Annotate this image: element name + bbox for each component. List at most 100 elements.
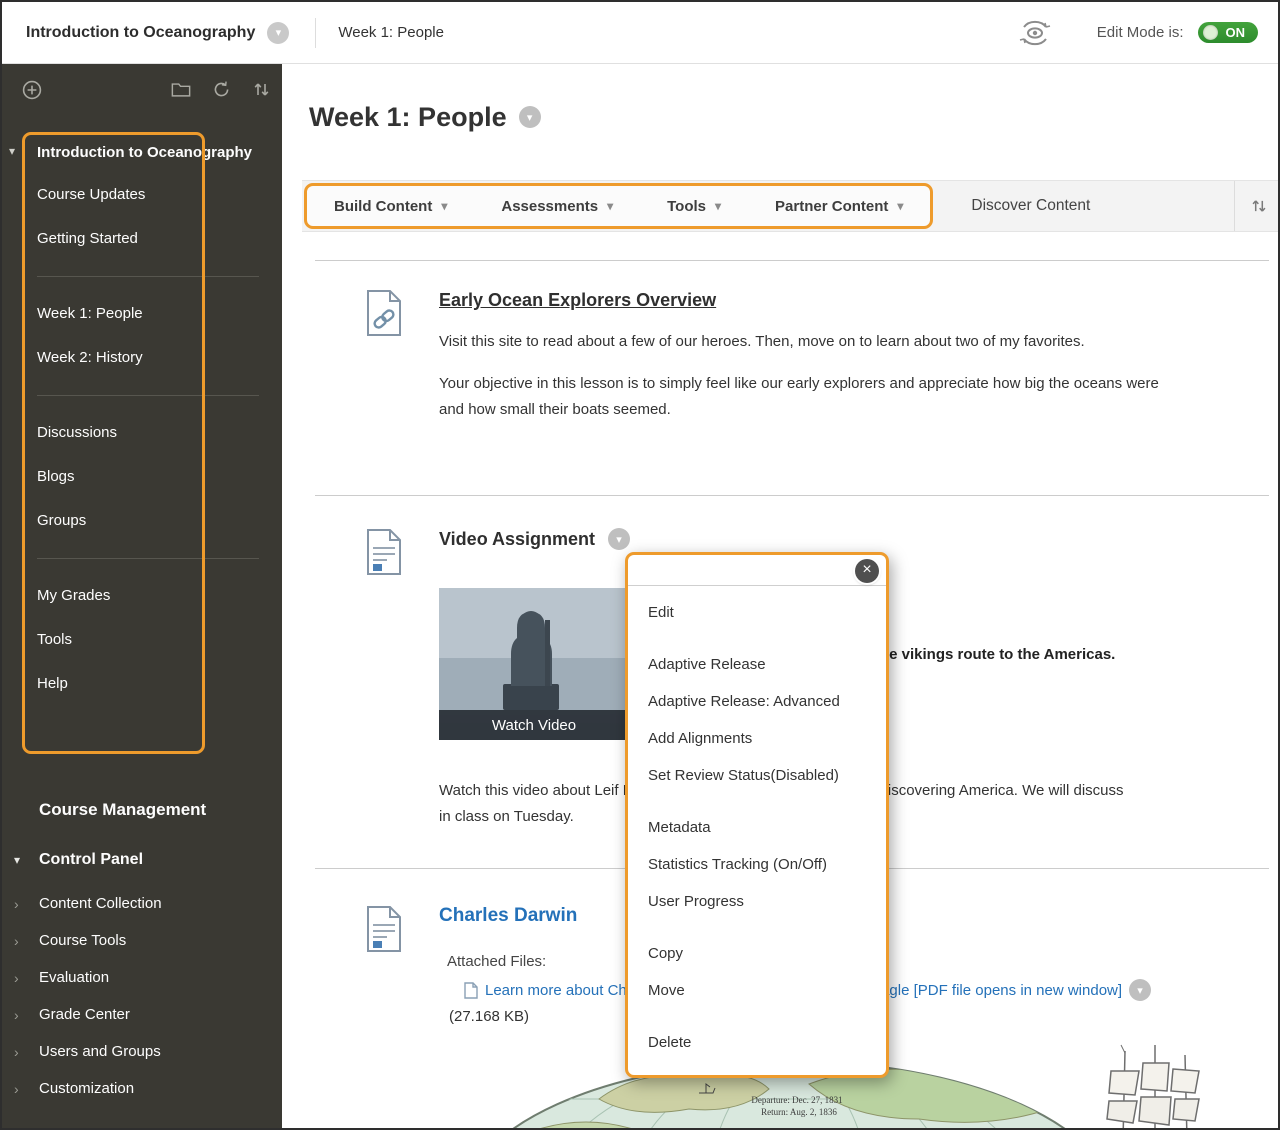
sidebar-item-getting-started[interactable]: Getting Started bbox=[37, 217, 259, 261]
item-title: Video Assignment bbox=[439, 526, 595, 552]
chevron-right-icon: › bbox=[14, 1044, 39, 1060]
chevron-right-icon: › bbox=[14, 896, 39, 912]
sidebar-item-week2[interactable]: Week 2: History bbox=[37, 336, 259, 380]
video-caption-fragment: the vikings route to the Americas. bbox=[875, 646, 1115, 663]
assessments-button[interactable]: Assessments ▾ bbox=[474, 186, 640, 226]
map-return-label: Return: Aug. 2, 1836 bbox=[761, 1107, 837, 1117]
item-paragraph: Visit this site to read about a few of o… bbox=[439, 329, 1179, 355]
sidebar: ▾ Introduction to Oceanography Course Up… bbox=[2, 64, 282, 1130]
sidebar-item-blogs[interactable]: Blogs bbox=[37, 455, 259, 499]
chevron-down-icon: ▾ bbox=[897, 199, 903, 213]
chevron-right-icon: › bbox=[14, 933, 39, 949]
tools-button[interactable]: Tools ▾ bbox=[640, 186, 748, 226]
content-document-icon bbox=[364, 905, 404, 953]
sidebar-item-tools[interactable]: Tools bbox=[37, 618, 259, 662]
menu-item-metadata[interactable]: Metadata bbox=[628, 809, 886, 846]
sidebar-item-evaluation[interactable]: › Evaluation bbox=[2, 959, 282, 996]
sidebar-item-week1[interactable]: Week 1: People bbox=[37, 292, 259, 336]
refresh-button[interactable] bbox=[212, 80, 231, 99]
up-down-arrows-icon bbox=[1251, 197, 1267, 215]
watch-video-caption: Watch Video bbox=[439, 710, 629, 740]
statue-image bbox=[439, 588, 629, 710]
edit-mode-toggle[interactable]: ON bbox=[1198, 22, 1259, 43]
chevron-right-icon: › bbox=[14, 1081, 39, 1097]
close-icon: × bbox=[862, 561, 871, 578]
partner-content-button[interactable]: Partner Content ▾ bbox=[748, 186, 930, 226]
header-divider bbox=[315, 18, 316, 48]
menu-divider bbox=[37, 276, 259, 277]
plus-circle-icon bbox=[22, 80, 42, 100]
paragraph-line: in class on Tuesday. bbox=[439, 808, 574, 825]
tools-label: Tools bbox=[667, 198, 706, 215]
menu-divider bbox=[37, 558, 259, 559]
course-title: Introduction to Oceanography bbox=[26, 24, 255, 42]
folder-view-button[interactable] bbox=[171, 81, 191, 98]
link-document-icon bbox=[364, 289, 404, 337]
chevron-down-icon: ▾ bbox=[715, 199, 721, 213]
menu-item-statistics-tracking[interactable]: Statistics Tracking (On/Off) bbox=[628, 846, 886, 883]
sidebar-item-course-home[interactable]: Introduction to Oceanography bbox=[37, 138, 259, 173]
student-preview-eye-icon bbox=[1017, 19, 1053, 47]
assessments-label: Assessments bbox=[501, 198, 598, 215]
item-options-button[interactable]: ▾ bbox=[608, 528, 630, 550]
mgmt-item-label: Users and Groups bbox=[39, 1043, 161, 1060]
sidebar-item-grade-center[interactable]: › Grade Center bbox=[2, 996, 282, 1033]
sidebar-item-my-grades[interactable]: My Grades bbox=[37, 574, 259, 618]
item-title-link[interactable]: Early Ocean Explorers Overview bbox=[439, 287, 1229, 313]
mgmt-item-label: Content Collection bbox=[39, 895, 162, 912]
mgmt-item-label: Customization bbox=[39, 1080, 134, 1097]
blackboard-app: Introduction to Oceanography ▾ Week 1: P… bbox=[0, 0, 1280, 1130]
sidebar-item-course-updates[interactable]: Course Updates bbox=[37, 173, 259, 217]
sort-order-button[interactable] bbox=[1234, 181, 1280, 231]
chevron-right-icon: › bbox=[14, 1007, 39, 1023]
chevron-right-icon: › bbox=[14, 970, 39, 986]
content-item-early-ocean-explorers: Early Ocean Explorers Overview Visit thi… bbox=[315, 260, 1269, 495]
edit-mode-value: ON bbox=[1226, 25, 1246, 40]
context-menu-header: × bbox=[628, 555, 886, 586]
student-preview-button[interactable] bbox=[1017, 19, 1053, 47]
course-menu: Introduction to Oceanography Course Upda… bbox=[37, 138, 259, 706]
course-management-title: Course Management bbox=[2, 800, 282, 820]
sidebar-item-help[interactable]: Help bbox=[37, 662, 259, 706]
course-menu-expand-icon[interactable]: ▾ bbox=[9, 144, 15, 158]
sidebar-item-content-collection[interactable]: › Content Collection bbox=[2, 885, 282, 922]
sidebar-item-customization[interactable]: › Customization bbox=[2, 1070, 282, 1107]
chevron-down-icon: ▾ bbox=[441, 199, 447, 213]
sidebar-item-users-and-groups[interactable]: › Users and Groups bbox=[2, 1033, 282, 1070]
ship-illustration bbox=[1087, 1041, 1217, 1130]
sidebar-item-control-panel[interactable]: ▾ Control Panel bbox=[2, 851, 282, 869]
chevron-down-icon: ▾ bbox=[1137, 984, 1143, 997]
toggle-dot bbox=[1203, 25, 1218, 40]
menu-item-add-alignments[interactable]: Add Alignments bbox=[628, 720, 886, 757]
chevron-down-icon: ▾ bbox=[527, 111, 533, 124]
add-menu-item-button[interactable] bbox=[22, 80, 42, 100]
discover-content-button[interactable]: Discover Content bbox=[971, 197, 1090, 215]
menu-item-adaptive-release[interactable]: Adaptive Release bbox=[628, 646, 886, 683]
course-management-panel: Course Management ▾ Control Panel › Cont… bbox=[2, 800, 282, 1107]
action-bar: Build Content ▾ Assessments ▾ Tools ▾ Pa… bbox=[302, 180, 1280, 232]
refresh-icon bbox=[212, 80, 231, 99]
menu-item-move[interactable]: Move bbox=[628, 972, 886, 1009]
menu-item-user-progress[interactable]: User Progress bbox=[628, 883, 886, 920]
item-context-menu: × Edit Adaptive Release Adaptive Release… bbox=[625, 552, 889, 1078]
sidebar-item-course-tools[interactable]: › Course Tools bbox=[2, 922, 282, 959]
video-thumbnail[interactable]: Watch Video bbox=[439, 588, 629, 740]
sidebar-item-discussions[interactable]: Discussions bbox=[37, 411, 259, 455]
menu-item-set-review-status[interactable]: Set Review Status(Disabled) bbox=[628, 757, 886, 794]
build-content-button[interactable]: Build Content ▾ bbox=[307, 186, 474, 226]
menu-item-edit[interactable]: Edit bbox=[628, 594, 886, 631]
menu-item-adaptive-release-advanced[interactable]: Adaptive Release: Advanced bbox=[628, 683, 886, 720]
item-paragraph: Your objective in this lesson is to simp… bbox=[439, 371, 1179, 423]
reorder-button[interactable] bbox=[253, 80, 270, 99]
page-title-menu-button[interactable]: ▾ bbox=[519, 106, 541, 128]
menu-item-delete[interactable]: Delete bbox=[628, 1024, 886, 1061]
close-button[interactable]: × bbox=[855, 559, 879, 583]
file-icon bbox=[464, 982, 478, 999]
menu-item-copy[interactable]: Copy bbox=[628, 935, 886, 972]
page-title: Week 1: People bbox=[309, 100, 507, 134]
sidebar-item-groups[interactable]: Groups bbox=[37, 499, 259, 543]
edit-mode-label: Edit Mode is: bbox=[1097, 24, 1184, 41]
course-title-menu-button[interactable]: ▾ bbox=[267, 22, 289, 44]
file-options-button[interactable]: ▾ bbox=[1129, 979, 1151, 1001]
expand-arrow-icon: ▾ bbox=[14, 853, 39, 867]
